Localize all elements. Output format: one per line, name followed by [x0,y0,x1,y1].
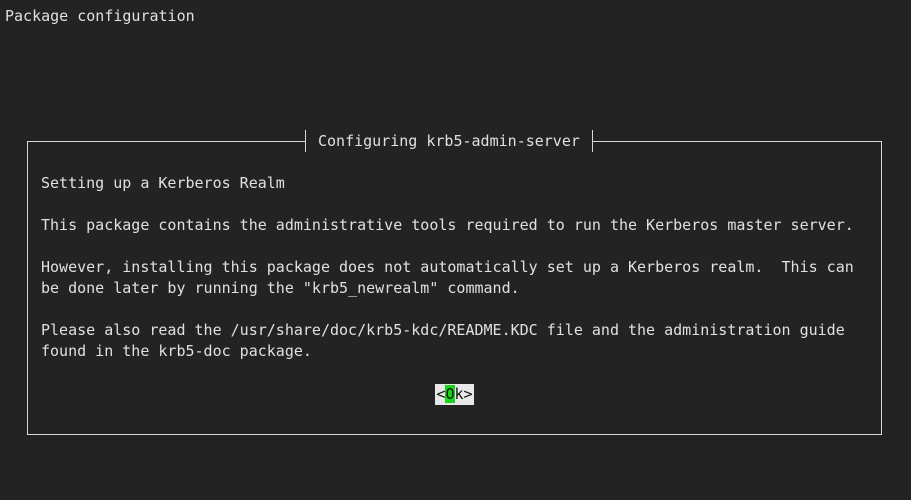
dialog-title: Configuring krb5-admin-server [305,130,593,152]
button-row: <Ok> [28,384,881,405]
dialog-paragraph-readme-note: Please also read the /usr/share/doc/krb5… [41,321,854,360]
dialog-paragraph-description: This package contains the administrative… [41,216,854,234]
ok-button-label-rest: k [454,385,464,403]
ok-button-close-bracket: > [463,385,473,403]
dialog-paragraph-realm-note: However, installing this package does no… [41,258,863,297]
ok-button[interactable]: <Ok> [435,384,474,405]
ok-button-hotkey: O [445,385,455,403]
window-title: Package configuration [5,7,195,25]
dialog-content: Setting up a Kerberos Realm This package… [41,173,871,383]
dialog-heading: Setting up a Kerberos Realm [41,174,285,192]
config-dialog: Configuring krb5-admin-server Setting up… [27,130,882,435]
